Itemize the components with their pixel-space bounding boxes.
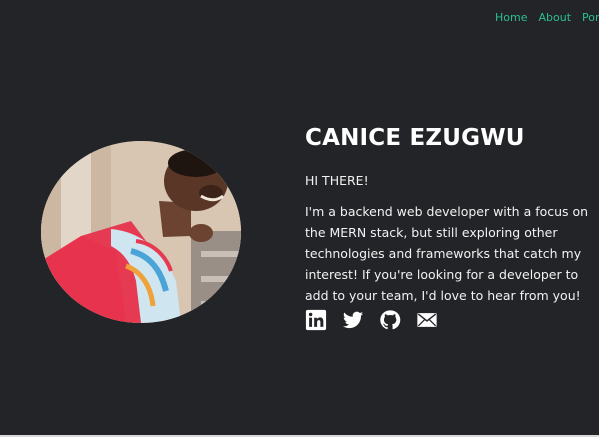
email-icon [417, 313, 437, 327]
twitter-icon [342, 311, 364, 329]
github-link[interactable] [379, 309, 401, 331]
linkedin-icon [305, 309, 327, 331]
social-links [305, 309, 438, 331]
top-nav: Home About Portfo [495, 11, 599, 24]
page: Home About Portfo [0, 0, 599, 437]
twitter-link[interactable] [342, 309, 364, 331]
bio-text: I'm a backend web developer with a focus… [305, 204, 589, 303]
github-icon [380, 310, 401, 330]
email-link[interactable] [416, 309, 438, 331]
profile-photo-illustration [41, 141, 241, 323]
greeting-text: HI THERE! [305, 173, 369, 188]
nav-link-portfolio[interactable]: Portfo [582, 11, 599, 24]
nav-link-about[interactable]: About [538, 11, 571, 24]
profile-photo [41, 141, 241, 323]
profile-name: CANICE EZUGWU [305, 125, 525, 151]
linkedin-link[interactable] [305, 309, 327, 331]
nav-link-home[interactable]: Home [495, 11, 527, 24]
